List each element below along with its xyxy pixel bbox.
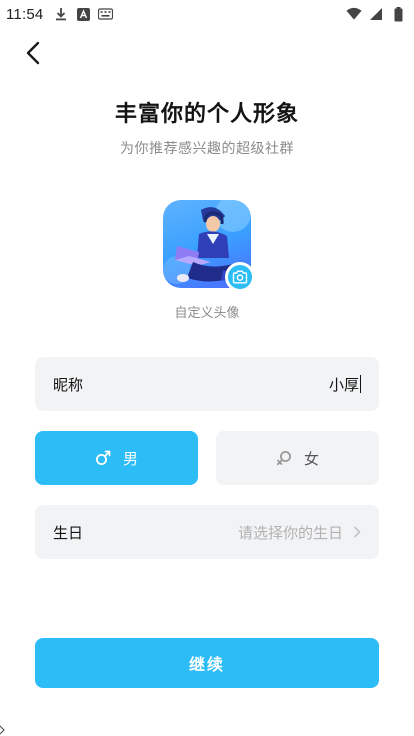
status-bar: 11:54 bbox=[0, 0, 414, 28]
corner-mark bbox=[0, 725, 5, 735]
change-avatar-button[interactable] bbox=[225, 262, 255, 292]
nickname-input[interactable]: 小厚 bbox=[329, 374, 361, 395]
nickname-field[interactable]: 昵称 小厚 bbox=[35, 357, 379, 411]
nickname-label: 昵称 bbox=[53, 375, 84, 394]
text-caret bbox=[360, 375, 361, 393]
chevron-right-icon bbox=[354, 526, 361, 538]
continue-button[interactable]: 继续 bbox=[35, 638, 379, 688]
status-bar-right bbox=[346, 6, 406, 22]
camera-icon bbox=[232, 270, 248, 284]
page-title: 丰富你的个人形象 bbox=[114, 102, 299, 127]
avatar-container[interactable] bbox=[163, 200, 255, 292]
battery-icon bbox=[390, 6, 406, 22]
nickname-value: 小厚 bbox=[328, 375, 359, 394]
notification-icons bbox=[53, 6, 113, 22]
birthday-placeholder: 请选择你的生日 bbox=[237, 523, 343, 542]
gender-female-label: 女 bbox=[303, 449, 319, 468]
gender-female-button[interactable]: 女 bbox=[216, 431, 379, 485]
chevron-left-icon bbox=[26, 41, 40, 65]
status-bar-left: 11:54 bbox=[6, 6, 113, 23]
female-symbol-icon bbox=[276, 451, 291, 466]
keyboard-icon bbox=[97, 6, 113, 22]
avatar-label: 自定义头像 bbox=[174, 306, 240, 321]
font-app-icon bbox=[75, 6, 91, 22]
signal-icon bbox=[368, 6, 384, 22]
status-time: 11:54 bbox=[6, 5, 44, 23]
download-icon bbox=[53, 6, 69, 22]
wifi-icon bbox=[346, 6, 362, 22]
gender-male-button[interactable]: 男 bbox=[35, 431, 198, 485]
profile-setup-page: 11:54 丰富你的个人形象 为你推荐感兴趣的超级社群 自定义头像 昵称 小厚 … bbox=[0, 0, 414, 736]
male-symbol-icon bbox=[95, 450, 111, 465]
birthday-label: 生日 bbox=[53, 523, 84, 542]
back-button[interactable] bbox=[18, 38, 48, 68]
gender-male-label: 男 bbox=[122, 449, 138, 468]
birthday-field[interactable]: 生日 请选择你的生日 bbox=[35, 505, 379, 559]
page-subtitle: 为你推荐感兴趣的超级社群 bbox=[120, 141, 294, 157]
birthday-picker[interactable]: 请选择你的生日 bbox=[238, 522, 361, 543]
